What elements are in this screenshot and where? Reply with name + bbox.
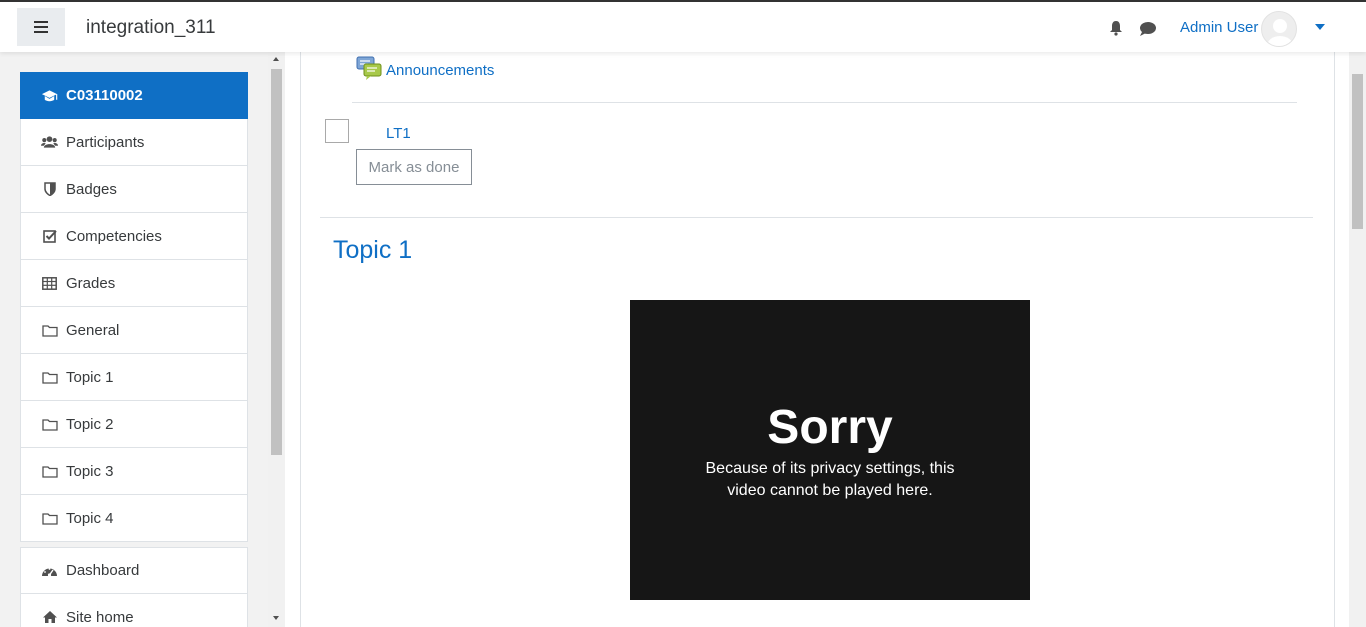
- sidebar-item-label: C03110002: [66, 87, 143, 104]
- sidebar-item-label: Participants: [66, 133, 145, 151]
- sidebar-item-topic-4[interactable]: Topic 4: [20, 495, 248, 542]
- nav-drawer: C03110002 Participants Badges Competenci…: [0, 52, 285, 627]
- home-icon: [41, 610, 58, 625]
- sidebar-item-label: Grades: [66, 274, 116, 292]
- mark-as-done-button[interactable]: Mark as done: [356, 149, 472, 185]
- sidebar-item-dashboard[interactable]: Dashboard: [20, 547, 248, 594]
- section-divider: [320, 217, 1313, 218]
- sidebar-item-participants[interactable]: Participants: [20, 119, 248, 166]
- bell-icon[interactable]: [1108, 20, 1124, 36]
- sidebar-item-site-home[interactable]: Site home: [20, 594, 248, 627]
- scroll-down-arrow[interactable]: [273, 616, 279, 620]
- scroll-up-arrow[interactable]: [273, 57, 279, 61]
- video-error-message: Because of its privacy settings, this vi…: [705, 460, 955, 499]
- section-title[interactable]: Topic 1: [333, 236, 412, 265]
- chevron-down-icon[interactable]: [1315, 24, 1325, 30]
- folder-icon: [41, 370, 58, 385]
- sidebar-item-competencies[interactable]: Competencies: [20, 213, 248, 260]
- sidebar-item-label: Badges: [66, 180, 117, 198]
- sidebar-item-general[interactable]: General: [20, 307, 248, 354]
- graduation-cap-icon: [41, 88, 58, 103]
- sidebar-item-course[interactable]: C03110002: [20, 72, 248, 119]
- sidebar-item-label: Topic 4: [66, 509, 114, 527]
- sidebar-item-label: Site home: [66, 608, 134, 626]
- sidebar-item-grades[interactable]: Grades: [20, 260, 248, 307]
- avatar[interactable]: [1261, 11, 1297, 47]
- sidebar-item-label: Topic 1: [66, 368, 114, 386]
- users-icon: [41, 135, 58, 150]
- broken-image-icon: [325, 119, 349, 143]
- folder-icon: [41, 464, 58, 479]
- sidebar-item-badges[interactable]: Badges: [20, 166, 248, 213]
- menu-toggle-button[interactable]: [17, 8, 65, 46]
- drawer-list: C03110002 Participants Badges Competenci…: [20, 72, 248, 627]
- sidebar-item-label: Dashboard: [66, 562, 140, 579]
- hamburger-icon: [34, 21, 48, 33]
- page-scrollbar[interactable]: [1349, 52, 1366, 627]
- check-square-icon: [41, 229, 58, 244]
- sidebar-item-label: Topic 3: [66, 462, 114, 480]
- drawer-scrollbar[interactable]: [268, 52, 285, 627]
- scroll-thumb[interactable]: [1352, 74, 1363, 229]
- folder-icon: [41, 511, 58, 526]
- announcements-link[interactable]: Announcements: [386, 62, 494, 79]
- site-name[interactable]: integration_311: [86, 17, 216, 39]
- folder-icon: [41, 323, 58, 338]
- activity-divider: [352, 102, 1297, 103]
- sidebar-item-label: Topic 2: [66, 415, 114, 433]
- sidebar-item-label: Competencies: [66, 227, 162, 245]
- sidebar-item-topic-2[interactable]: Topic 2: [20, 401, 248, 448]
- folder-icon: [41, 417, 58, 432]
- video-error-title: Sorry: [767, 401, 893, 454]
- top-navbar: integration_311 Admin User: [0, 0, 1366, 52]
- forum-icon: [356, 56, 382, 80]
- chat-icon[interactable]: [1139, 21, 1157, 37]
- sidebar-item-topic-3[interactable]: Topic 3: [20, 448, 248, 495]
- activity-link-lt1[interactable]: LT1: [386, 125, 411, 142]
- scroll-thumb[interactable]: [271, 69, 282, 455]
- table-icon: [41, 276, 58, 291]
- user-menu-name[interactable]: Admin User: [1180, 19, 1258, 36]
- dashboard-icon: [41, 563, 58, 578]
- sidebar-item-topic-1[interactable]: Topic 1: [20, 354, 248, 401]
- sidebar-item-label: General: [66, 321, 120, 339]
- shield-icon: [41, 182, 58, 197]
- video-embed[interactable]: Sorry Because of its privacy settings, t…: [630, 300, 1030, 600]
